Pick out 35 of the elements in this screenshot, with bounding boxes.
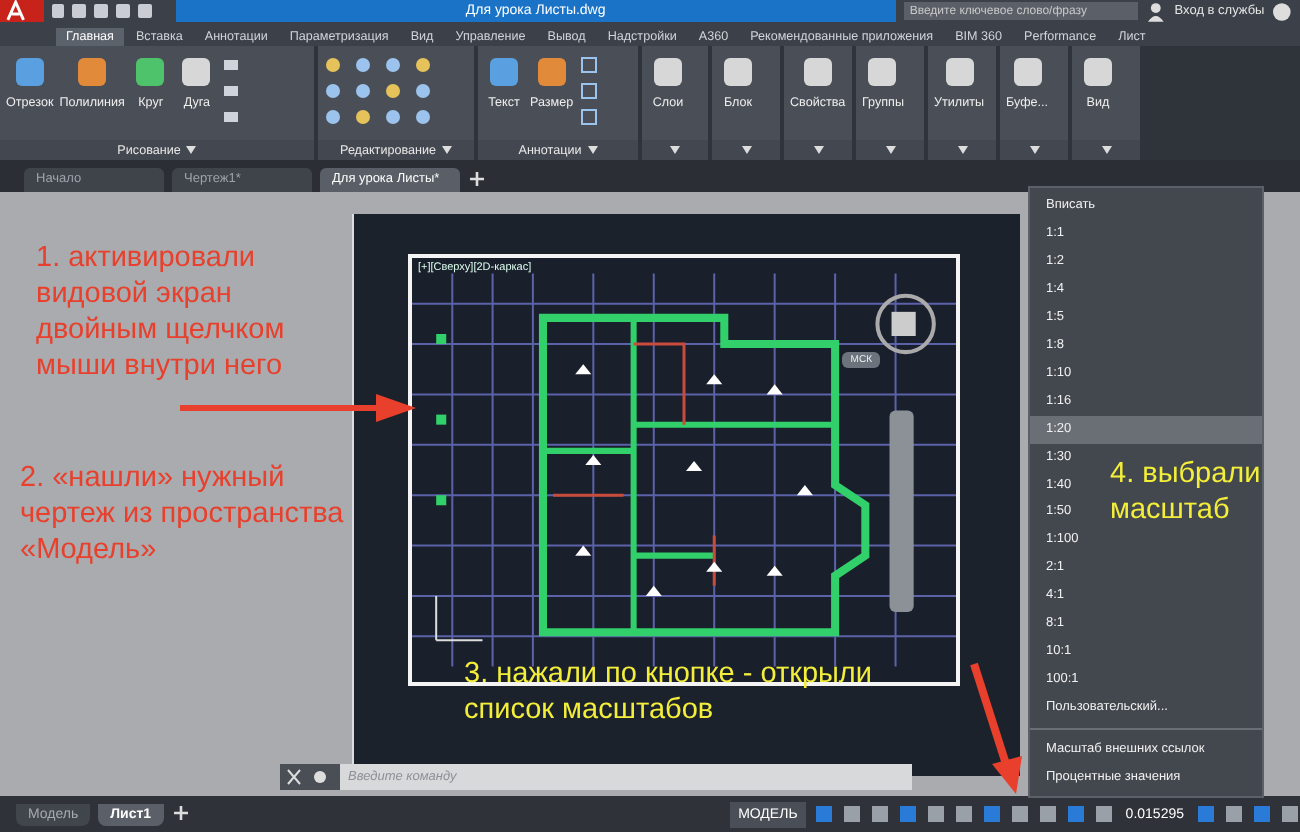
annotation-text: 1. активировали видовой экран двойным щелчком мыши внутри него — [36, 240, 287, 385]
annotation-text: 4. выбрали масштаб — [1110, 456, 1263, 529]
command-tools-icon[interactable] — [280, 764, 340, 790]
caret-icon — [741, 146, 751, 154]
new-tab-icon[interactable] — [468, 170, 486, 188]
app-logo-icon[interactable] — [0, 0, 44, 22]
status-tool-icon[interactable] — [953, 804, 974, 824]
status-tool-icon[interactable] — [981, 804, 1002, 824]
user-icon[interactable] — [1146, 1, 1167, 21]
add-layout-icon[interactable] — [171, 803, 190, 821]
tool-icon — [1078, 52, 1118, 92]
caret-icon — [813, 146, 823, 154]
tool-icon — [648, 52, 688, 92]
status-tool-icon[interactable] — [897, 804, 918, 824]
status-tool-icon[interactable] — [841, 804, 862, 824]
status-tool-icon[interactable] — [1009, 804, 1030, 824]
tool-icon — [718, 52, 758, 92]
caret-icon — [957, 146, 967, 154]
annotation-text: 3. нажали по кнопке - открыли список масштабов — [464, 656, 874, 729]
status-tool-icon[interactable] — [813, 804, 834, 824]
caret-icon — [1029, 146, 1039, 154]
caret-icon — [670, 146, 680, 154]
caret-icon — [441, 146, 452, 154]
status-tool-icon[interactable] — [869, 804, 890, 824]
caret-icon — [885, 146, 895, 154]
caret-icon — [587, 146, 598, 154]
status-tool-icon[interactable] — [1093, 804, 1114, 824]
status-tool-icon[interactable] — [1037, 804, 1058, 824]
status-tool-icon[interactable] — [925, 804, 946, 824]
caret-icon — [186, 146, 197, 154]
caret-icon — [1101, 146, 1111, 154]
status-tool-icon[interactable] — [1065, 804, 1086, 824]
pointer-arrow — [968, 660, 1024, 796]
annotation-text: 2. «нашли» нужный чертеж из пространства «Модель» — [20, 460, 346, 569]
tool-icon — [484, 52, 524, 92]
